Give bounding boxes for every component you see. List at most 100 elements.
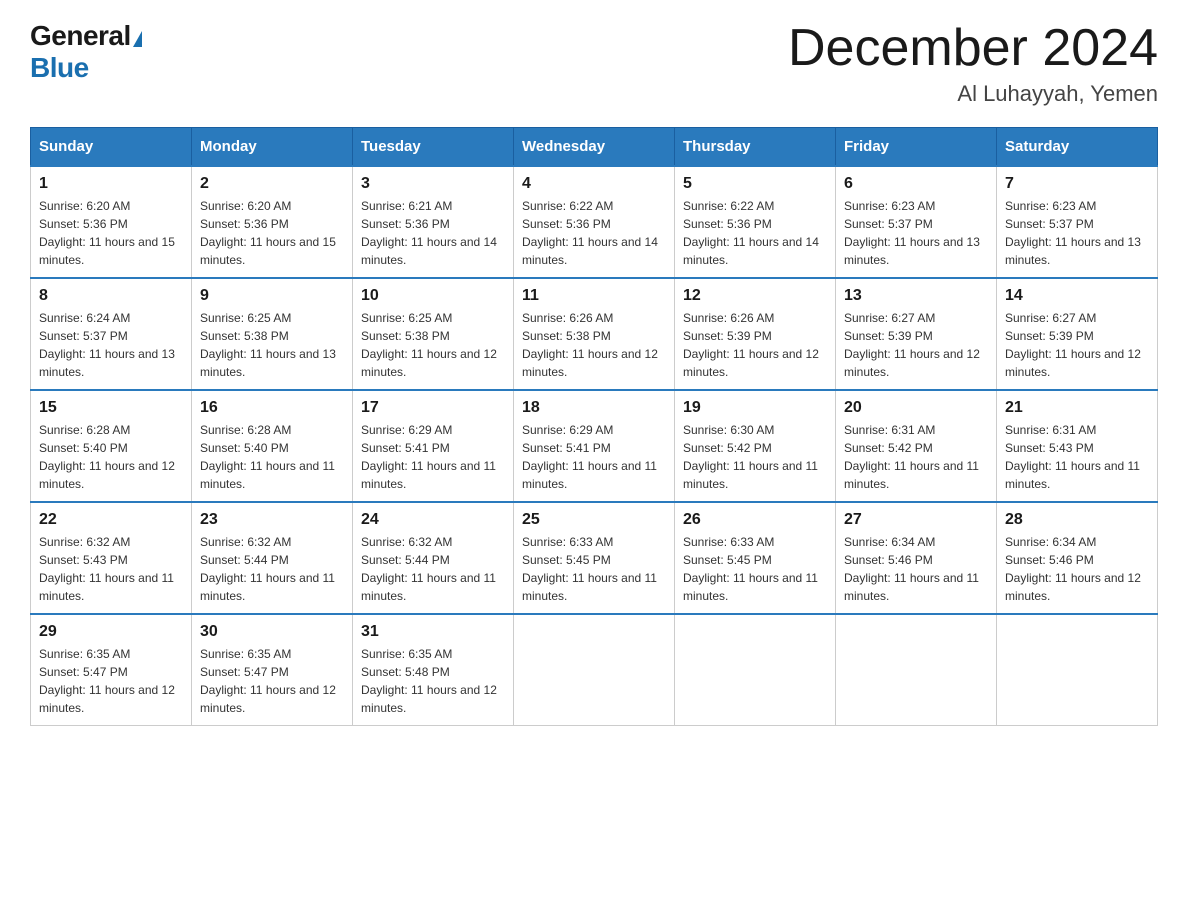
day-number: 22 — [39, 511, 183, 529]
day-info: Sunrise: 6:33 AMSunset: 5:45 PMDaylight:… — [522, 533, 666, 605]
calendar-cell: 26Sunrise: 6:33 AMSunset: 5:45 PMDayligh… — [675, 502, 836, 614]
day-info: Sunrise: 6:29 AMSunset: 5:41 PMDaylight:… — [361, 421, 505, 493]
day-number: 10 — [361, 287, 505, 305]
day-info: Sunrise: 6:20 AMSunset: 5:36 PMDaylight:… — [200, 197, 344, 269]
day-number: 17 — [361, 399, 505, 417]
calendar-cell: 13 Sunrise: 6:27 AMSunset: 5:39 PMDayligh… — [836, 278, 997, 390]
calendar-cell — [836, 614, 997, 726]
calendar-cell: 25 Sunrise: 6:33 AMSunset: 5:45 PMDayligh… — [514, 502, 675, 614]
column-header-friday: Friday — [836, 128, 997, 167]
day-info: Sunrise: 6:25 AMSunset: 5:38 PMDaylight:… — [200, 309, 344, 381]
logo-blue-text: Blue — [30, 52, 89, 83]
page-header: General Blue December 2024 Al Luhayyah, … — [30, 20, 1158, 107]
day-info: Sunrise: 6:35 AMSunset: 5:48 PMDaylight:… — [361, 645, 505, 717]
calendar-cell: 27Sunrise: 6:34 AMSunset: 5:46 PMDayligh… — [836, 502, 997, 614]
location-title: Al Luhayyah, Yemen — [788, 81, 1158, 107]
calendar-cell: 4 Sunrise: 6:22 AMSunset: 5:36 PMDaylight… — [514, 166, 675, 278]
calendar-header-row: SundayMondayTuesdayWednesdayThursdayFrid… — [31, 128, 1158, 167]
day-info: Sunrise: 6:30 AMSunset: 5:42 PMDaylight:… — [683, 421, 827, 493]
day-info: Sunrise: 6:27 AMSunset: 5:39 PMDaylight:… — [1005, 309, 1149, 381]
calendar-cell: 8Sunrise: 6:24 AMSunset: 5:37 PMDaylight… — [31, 278, 192, 390]
day-number: 14 — [1005, 287, 1149, 305]
calendar-cell: 29Sunrise: 6:35 AMSunset: 5:47 PMDayligh… — [31, 614, 192, 726]
day-number: 1 — [39, 175, 183, 193]
calendar-week-row: 29 Sunrise: 6:35 AMSunset: 5:47 PMDayligh… — [31, 614, 1158, 726]
calendar-cell: 11 Sunrise: 6:26 AMSunset: 5:38 PMDayligh… — [514, 278, 675, 390]
calendar-cell: 9 Sunrise: 6:25 AMSunset: 5:38 PMDaylight… — [192, 278, 353, 390]
day-number: 16 — [200, 399, 344, 417]
day-number: 29 — [39, 623, 183, 641]
day-info: Sunrise: 6:23 AMSunset: 5:37 PMDaylight:… — [844, 197, 988, 269]
day-info: Sunrise: 6:22 AMSunset: 5:36 PMDaylight:… — [683, 197, 827, 269]
day-info: Sunrise: 6:31 AMSunset: 5:43 PMDaylight:… — [1005, 421, 1149, 493]
calendar-week-row: 1 Sunrise: 6:20 AMSunset: 5:36 PMDaylight… — [31, 166, 1158, 278]
day-number: 28 — [1005, 511, 1149, 529]
calendar-week-row: 8Sunrise: 6:24 AMSunset: 5:37 PMDaylight… — [31, 278, 1158, 390]
calendar-cell: 14 Sunrise: 6:27 AMSunset: 5:39 PMDayligh… — [997, 278, 1158, 390]
day-number: 18 — [522, 399, 666, 417]
calendar-cell: 3 Sunrise: 6:21 AMSunset: 5:36 PMDaylight… — [353, 166, 514, 278]
day-info: Sunrise: 6:31 AMSunset: 5:42 PMDaylight:… — [844, 421, 988, 493]
day-info: Sunrise: 6:20 AMSunset: 5:36 PMDaylight:… — [39, 197, 183, 269]
calendar-cell: 19 Sunrise: 6:30 AMSunset: 5:42 PMDayligh… — [675, 390, 836, 502]
column-header-saturday: Saturday — [997, 128, 1158, 167]
column-header-thursday: Thursday — [675, 128, 836, 167]
calendar-cell: 31 Sunrise: 6:35 AMSunset: 5:48 PMDayligh… — [353, 614, 514, 726]
day-info: Sunrise: 6:35 AMSunset: 5:47 PMDaylight:… — [200, 645, 344, 717]
day-number: 30 — [200, 623, 344, 641]
day-info: Sunrise: 6:32 AMSunset: 5:43 PMDaylight:… — [39, 533, 183, 605]
calendar-cell: 28 Sunrise: 6:34 AMSunset: 5:46 PMDayligh… — [997, 502, 1158, 614]
day-number: 15 — [39, 399, 183, 417]
day-number: 2 — [200, 175, 344, 193]
day-info: Sunrise: 6:29 AMSunset: 5:41 PMDaylight:… — [522, 421, 666, 493]
day-number: 6 — [844, 175, 988, 193]
day-info: Sunrise: 6:23 AMSunset: 5:37 PMDaylight:… — [1005, 197, 1149, 269]
logo-triangle-icon — [133, 31, 142, 47]
day-number: 21 — [1005, 399, 1149, 417]
day-info: Sunrise: 6:25 AMSunset: 5:38 PMDaylight:… — [361, 309, 505, 381]
day-info: Sunrise: 6:34 AMSunset: 5:46 PMDaylight:… — [844, 533, 988, 605]
day-number: 31 — [361, 623, 505, 641]
day-info: Sunrise: 6:22 AMSunset: 5:36 PMDaylight:… — [522, 197, 666, 269]
day-info: Sunrise: 6:21 AMSunset: 5:36 PMDaylight:… — [361, 197, 505, 269]
day-number: 9 — [200, 287, 344, 305]
day-number: 11 — [522, 287, 666, 305]
title-section: December 2024 Al Luhayyah, Yemen — [788, 20, 1158, 107]
column-header-monday: Monday — [192, 128, 353, 167]
column-header-sunday: Sunday — [31, 128, 192, 167]
day-info: Sunrise: 6:28 AMSunset: 5:40 PMDaylight:… — [200, 421, 344, 493]
calendar-cell: 17 Sunrise: 6:29 AMSunset: 5:41 PMDayligh… — [353, 390, 514, 502]
calendar-cell: 1 Sunrise: 6:20 AMSunset: 5:36 PMDaylight… — [31, 166, 192, 278]
day-number: 25 — [522, 511, 666, 529]
calendar-week-row: 15 Sunrise: 6:28 AMSunset: 5:40 PMDayligh… — [31, 390, 1158, 502]
calendar-cell: 20 Sunrise: 6:31 AMSunset: 5:42 PMDayligh… — [836, 390, 997, 502]
calendar-cell: 6 Sunrise: 6:23 AMSunset: 5:37 PMDaylight… — [836, 166, 997, 278]
calendar-cell: 22 Sunrise: 6:32 AMSunset: 5:43 PMDayligh… — [31, 502, 192, 614]
calendar-cell: 12 Sunrise: 6:26 AMSunset: 5:39 PMDayligh… — [675, 278, 836, 390]
logo: General Blue — [30, 20, 142, 84]
day-info: Sunrise: 6:24 AMSunset: 5:37 PMDaylight:… — [39, 309, 183, 381]
calendar-cell: 7Sunrise: 6:23 AMSunset: 5:37 PMDaylight… — [997, 166, 1158, 278]
day-number: 20 — [844, 399, 988, 417]
calendar-cell: 5Sunrise: 6:22 AMSunset: 5:36 PMDaylight… — [675, 166, 836, 278]
day-number: 4 — [522, 175, 666, 193]
calendar-cell: 24 Sunrise: 6:32 AMSunset: 5:44 PMDayligh… — [353, 502, 514, 614]
day-number: 19 — [683, 399, 827, 417]
day-info: Sunrise: 6:26 AMSunset: 5:38 PMDaylight:… — [522, 309, 666, 381]
day-number: 12 — [683, 287, 827, 305]
month-title: December 2024 — [788, 20, 1158, 77]
calendar-cell: 18 Sunrise: 6:29 AMSunset: 5:41 PMDayligh… — [514, 390, 675, 502]
column-header-wednesday: Wednesday — [514, 128, 675, 167]
day-info: Sunrise: 6:26 AMSunset: 5:39 PMDaylight:… — [683, 309, 827, 381]
day-number: 13 — [844, 287, 988, 305]
calendar-cell: 21 Sunrise: 6:31 AMSunset: 5:43 PMDayligh… — [997, 390, 1158, 502]
day-number: 3 — [361, 175, 505, 193]
calendar-week-row: 22 Sunrise: 6:32 AMSunset: 5:43 PMDayligh… — [31, 502, 1158, 614]
calendar-cell — [997, 614, 1158, 726]
calendar-cell — [514, 614, 675, 726]
calendar-cell: 30 Sunrise: 6:35 AMSunset: 5:47 PMDayligh… — [192, 614, 353, 726]
day-info: Sunrise: 6:34 AMSunset: 5:46 PMDaylight:… — [1005, 533, 1149, 605]
day-number: 24 — [361, 511, 505, 529]
day-info: Sunrise: 6:27 AMSunset: 5:39 PMDaylight:… — [844, 309, 988, 381]
day-info: Sunrise: 6:32 AMSunset: 5:44 PMDaylight:… — [361, 533, 505, 605]
